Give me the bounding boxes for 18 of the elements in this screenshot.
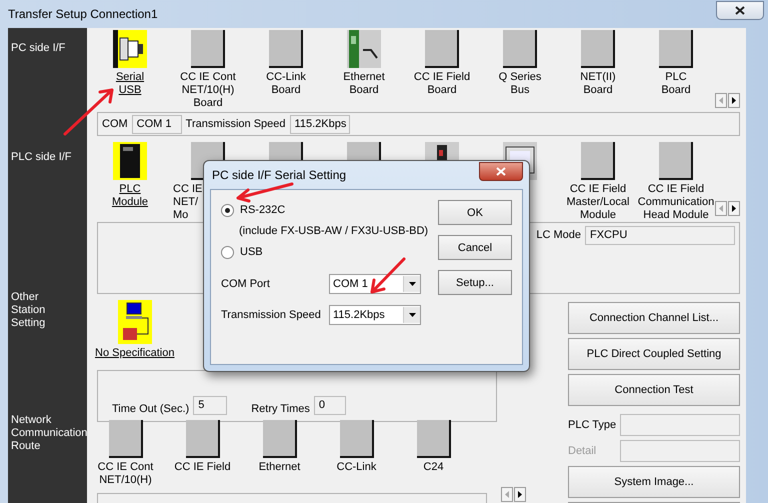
speed-field: 115.2Kbps [290, 114, 350, 134]
option-note: (include FX-USB-AW / FX3U-USB-BD) [239, 224, 428, 239]
retry-label: Retry Times [251, 403, 310, 415]
section-label: PC side I/F [11, 42, 66, 55]
dialog-title: PC side I/F Serial Setting [211, 168, 346, 182]
section-label: PLC side I/F [11, 151, 73, 164]
speed-label: Transmission Speed [186, 118, 286, 130]
com-port-label: COM Port [221, 278, 270, 290]
plc-mode-field: FXCPU [585, 226, 735, 245]
section-label: Other Station Setting [11, 291, 46, 330]
com-label: COM [102, 118, 128, 130]
plc-type-label: PLC Type [568, 419, 616, 431]
plc-mode-label: LC Mode [536, 228, 581, 243]
window-title: Transfer Setup Connection1 [8, 7, 158, 21]
com-field: COM 1 [132, 114, 182, 134]
speed-label: Transmission Speed [221, 308, 321, 320]
detail-label: Detail [568, 445, 596, 457]
timeout-label: Time Out (Sec.) [112, 403, 190, 415]
